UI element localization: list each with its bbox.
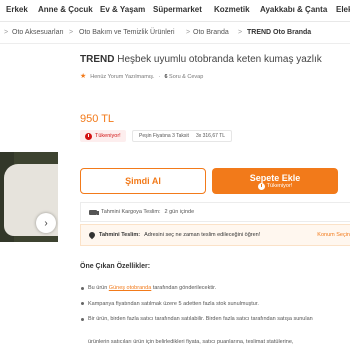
truck-icon — [89, 209, 99, 215]
feature-item: Bir ürün, birden fazla satıcı tarafından… — [80, 315, 350, 323]
breadcrumb-separator: > — [238, 29, 243, 36]
breadcrumb-separator: > — [4, 29, 9, 36]
breadcrumb-item-current[interactable]: TREND Oto Branda — [247, 29, 311, 36]
breadcrumb-item-oto-bakim[interactable]: Oto Bakım ve Temizlik Ürünleri — [79, 29, 175, 36]
gallery-next-button[interactable]: › — [36, 213, 56, 233]
cargo-value: 2 gün içinde — [164, 209, 195, 215]
delivery-value: Adresini seç ne zaman teslim edileceğini… — [144, 232, 261, 238]
delivery-estimate: Tahmini Teslim: Adresini seç ne zaman te… — [80, 224, 350, 246]
nav-item-kozmetik[interactable]: Kozmetik — [214, 5, 250, 14]
breadcrumb-separator: > — [186, 29, 191, 36]
delivery-label: Tahmini Teslim: — [99, 232, 141, 238]
select-location-link[interactable]: Konum Seçin — [317, 232, 350, 238]
feature-text: tarafından gönderilecektir. — [151, 285, 217, 291]
add-to-cart-label: Sepete Ekle — [249, 172, 301, 183]
meta-dot: · — [158, 74, 161, 80]
nav-item-anne-cocuk[interactable]: Anne & Çocuk — [38, 5, 93, 14]
add-to-cart-stock: Tükeniyor! — [266, 182, 293, 189]
installment-value: 3x 316,67 TL — [195, 133, 226, 139]
cargo-label: Tahmini Kargoya Teslim: — [101, 209, 161, 215]
nav-item-ayakkabi-canta[interactable]: Ayakkabı & Çanta — [260, 5, 327, 14]
features-title: Öne Çıkan Özellikler: — [80, 263, 151, 270]
product-brand[interactable]: TREND — [80, 54, 114, 65]
breadcrumb-item-oto-branda[interactable]: Oto Branda — [193, 29, 229, 36]
feature-item: Bu ürün Güneş otobranda tarafından gönde… — [80, 284, 350, 292]
add-to-cart-sublabel: Tükeniyor! — [257, 182, 293, 190]
qa-count[interactable]: 6 — [164, 74, 167, 80]
breadcrumb: > Oto Aksesuarları > Oto Bakım ve Temizl… — [0, 22, 350, 44]
review-text[interactable]: Henüz Yorum Yazılmamış. — [90, 74, 154, 80]
nav-item-supermarket[interactable]: Süpermarket — [153, 5, 202, 14]
chevron-right-icon: › — [44, 217, 48, 229]
clock-icon — [85, 132, 92, 140]
installment-info[interactable]: Peşin Fiyatına 3 Taksit 3x 316,67 TL — [132, 130, 233, 142]
product-meta: ★ Henüz Yorum Yazılmamış. · 6 Soru & Cevap — [80, 72, 203, 80]
star-icon: ★ — [80, 73, 87, 80]
add-to-cart-button[interactable]: Sepete Ekle Tükeniyor! — [212, 168, 338, 194]
product-title: TREND Heşbek uyumlu otobranda keten kuma… — [80, 54, 322, 65]
qa-label[interactable]: Soru & Cevap — [169, 74, 203, 80]
features-list: Bu ürün Güneş otobranda tarafından gönde… — [80, 284, 350, 331]
feature-item: Kampanya fiyatından satılmak üzere 5 ade… — [80, 300, 350, 308]
buy-now-button[interactable]: Şimdi Al — [80, 168, 206, 194]
nav-item-ev-yasam[interactable]: Ev & Yaşam — [100, 5, 145, 14]
seller-link[interactable]: Güneş otobranda — [109, 285, 152, 291]
breadcrumb-item-oto-aksesuarlari[interactable]: Oto Aksesuarları — [12, 29, 64, 36]
location-pin-icon — [87, 230, 97, 240]
installment-label: Peşin Fiyatına 3 Taksit — [139, 133, 189, 139]
cargo-estimate: Tahmini Kargoya Teslim: 2 gün içinde — [80, 202, 350, 222]
breadcrumb-separator: > — [69, 29, 74, 36]
buy-now-label: Şimdi Al — [125, 176, 161, 186]
category-nav: Erkek Anne & Çocuk Ev & Yaşam Süpermarke… — [0, 0, 350, 22]
feature-continuation: ürünlerin satıcıları ürün için belirledi… — [88, 339, 294, 345]
product-price: 950 TL — [80, 113, 115, 125]
nav-item-elektronik[interactable]: Elek — [336, 5, 350, 14]
clock-icon — [257, 182, 265, 190]
stock-badge-label: Tükeniyor! — [95, 133, 121, 139]
feature-text: Bu ürün — [88, 285, 109, 291]
product-name: Heşbek uyumlu otobranda keten kumaş yazl… — [117, 54, 322, 65]
stock-badge: Tükeniyor! — [80, 130, 126, 142]
nav-item-erkek[interactable]: Erkek — [6, 5, 28, 14]
